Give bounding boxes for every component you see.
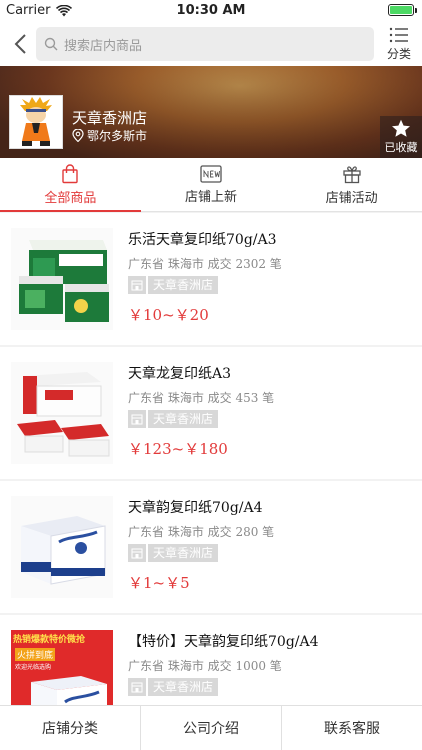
product-price: ￥10~￥20 xyxy=(128,306,209,324)
product-shop-tag: 天章香洲店 xyxy=(128,410,219,428)
chevron-left-icon xyxy=(14,34,26,54)
tab-label: 店铺活动 xyxy=(325,190,378,206)
product-shop-tag: 天章香洲店 xyxy=(128,544,219,562)
status-bar: Carrier 10:30 AM xyxy=(0,0,422,22)
shop-banner: 天章香洲店 鄂尔多斯市 xyxy=(0,66,422,158)
company-intro-button[interactable]: 公司介绍 xyxy=(141,706,282,750)
product-meta: 广东省 珠海市 成交 2302 笔 xyxy=(128,257,282,271)
product-shop-tag: 天章香洲店 xyxy=(128,276,219,294)
product-meta: 广东省 珠海市 成交 1000 笔 xyxy=(128,659,282,673)
location-pin-icon xyxy=(72,129,84,142)
shop-tabs: 全部商品 店铺上新 店铺活动 xyxy=(0,158,422,212)
shop-category-button[interactable]: 店铺分类 xyxy=(0,706,141,750)
nav-bar: 搜索店内商品 分类 xyxy=(0,22,422,66)
product-title: 天章韵复印纸70g/A4 xyxy=(128,500,263,516)
product-item[interactable]: 乐活天章复印纸70g/A3 广东省 珠海市 成交 2302 笔 天章香洲店 ￥1… xyxy=(0,213,422,345)
product-meta: 广东省 珠海市 成交 280 笔 xyxy=(128,525,275,539)
product-item[interactable]: 天章韵复印纸70g/A4 广东省 珠海市 成交 280 笔 天章香洲店 ￥1~￥… xyxy=(0,481,422,613)
tab-all-products[interactable]: 全部商品 xyxy=(0,158,141,212)
star-icon xyxy=(392,119,410,137)
product-price: ￥123~￥180 xyxy=(128,440,228,458)
paper-box-red-icon xyxy=(11,362,113,464)
search-input[interactable]: 搜索店内商品 xyxy=(36,27,374,61)
store-icon xyxy=(128,544,146,562)
product-shop-tag: 天章香洲店 xyxy=(128,678,219,696)
promo-banner-text: 热销爆款特价微抢 xyxy=(13,635,86,645)
promo-small-text: 欢迎光临选购 xyxy=(15,664,52,671)
customer-service-button[interactable]: 联系客服 xyxy=(282,706,422,750)
product-meta: 广东省 珠海市 成交 453 笔 xyxy=(128,391,275,405)
tab-label: 全部商品 xyxy=(44,190,97,206)
paper-box-blue-icon xyxy=(11,496,113,598)
tab-new-arrivals[interactable]: 店铺上新 xyxy=(141,158,282,211)
list-icon xyxy=(389,27,408,43)
shopping-bag-icon xyxy=(62,163,79,183)
shop-location-text: 鄂尔多斯市 xyxy=(87,129,148,143)
product-list: 乐活天章复印纸70g/A3 广东省 珠海市 成交 2302 笔 天章香洲店 ￥1… xyxy=(0,213,422,705)
search-placeholder: 搜索店内商品 xyxy=(64,38,143,54)
battery-icon xyxy=(388,4,417,16)
shop-location: 鄂尔多斯市 xyxy=(72,127,147,144)
paper-box-promo-icon xyxy=(31,676,107,705)
product-image xyxy=(11,496,113,598)
shop-logo xyxy=(9,95,63,149)
category-label: 分类 xyxy=(386,47,411,61)
promo-sub-text: 火拼到底 xyxy=(15,648,56,661)
bottom-bar: 店铺分类 公司介绍 联系客服 xyxy=(0,705,422,750)
paper-box-green-icon xyxy=(11,228,113,330)
product-image: 热销爆款特价微抢 火拼到底 欢迎光临选购 xyxy=(11,630,113,705)
search-icon xyxy=(44,37,58,51)
product-shop-name: 天章香洲店 xyxy=(148,410,219,428)
product-item[interactable]: 热销爆款特价微抢 火拼到底 欢迎光临选购 【特价】天章韵复印纸70g/A4 广东… xyxy=(0,615,422,705)
product-image xyxy=(11,362,113,464)
shop-name: 天章香洲店 xyxy=(72,109,148,127)
product-image xyxy=(11,228,113,330)
store-icon xyxy=(128,276,146,294)
tab-label: 店铺上新 xyxy=(185,189,238,205)
product-shop-name: 天章香洲店 xyxy=(148,276,219,294)
store-icon xyxy=(128,410,146,428)
new-badge-icon xyxy=(200,164,222,183)
tab-shop-events[interactable]: 店铺活动 xyxy=(281,158,422,211)
favorite-label: 已收藏 xyxy=(384,141,418,154)
store-icon xyxy=(128,678,146,696)
product-title: 【特价】天章韵复印纸70g/A4 xyxy=(128,634,319,650)
back-button[interactable] xyxy=(6,30,34,58)
product-item[interactable]: 天章龙复印纸A3 广东省 珠海市 成交 453 笔 天章香洲店 ￥123~￥18… xyxy=(0,347,422,479)
favorite-button[interactable]: 已收藏 xyxy=(380,116,422,158)
status-right xyxy=(388,4,417,16)
gift-icon xyxy=(343,165,361,183)
product-shop-name: 天章香洲店 xyxy=(148,544,219,562)
status-time: 10:30 AM xyxy=(176,3,246,18)
product-title: 天章龙复印纸A3 xyxy=(128,366,232,382)
product-shop-name: 天章香洲店 xyxy=(148,678,219,696)
product-title: 乐活天章复印纸70g/A3 xyxy=(128,232,277,248)
category-button[interactable]: 分类 xyxy=(382,26,416,64)
product-price: ￥1~￥5 xyxy=(128,574,190,592)
ninja-avatar-icon xyxy=(20,97,52,146)
